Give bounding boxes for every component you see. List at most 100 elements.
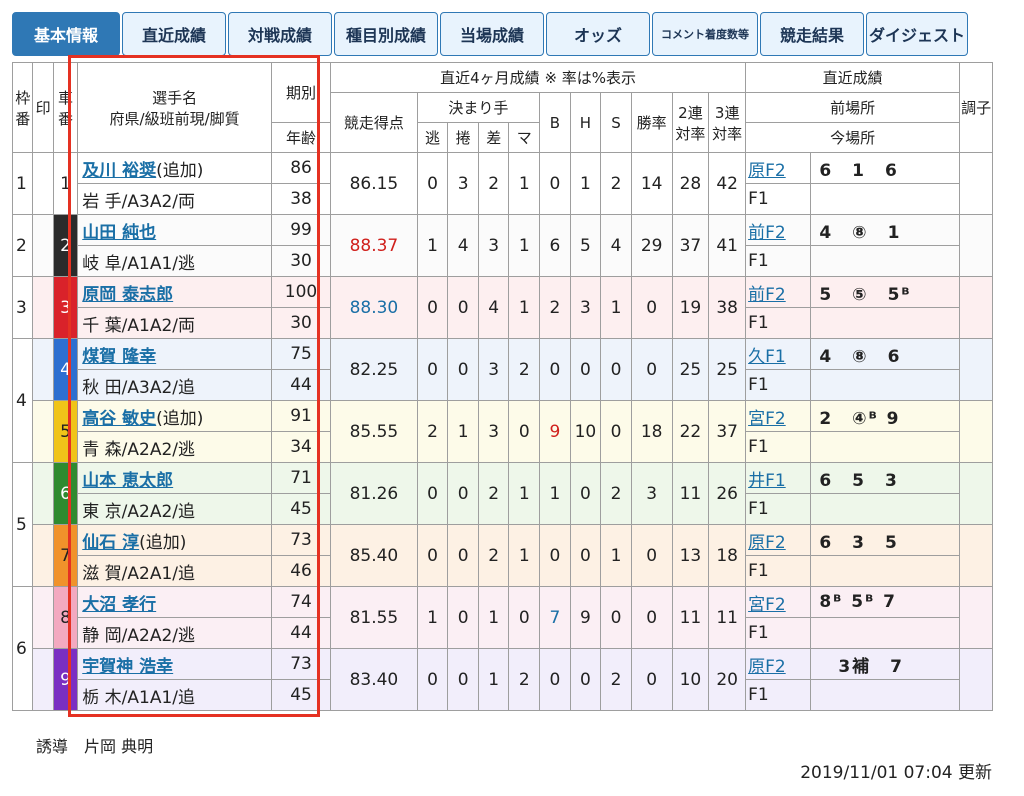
rider-name-link[interactable]: 煤賀 隆幸 <box>82 347 156 367</box>
tab-2[interactable]: 直近成績 <box>122 12 226 56</box>
chou-cell <box>959 648 993 711</box>
rider-name-link[interactable]: 仙石 淳 <box>82 533 139 553</box>
prev-place-cell: 井F1 <box>745 462 812 494</box>
mark-cell: 1 <box>508 276 541 339</box>
prev-place-link[interactable]: 原F2 <box>748 161 786 181</box>
b-cell: 0 <box>539 152 571 215</box>
rider-pref-cell: 栃 木/A1A1/追 <box>77 679 272 711</box>
prev-place-link[interactable]: 宮F2 <box>748 595 786 615</box>
rider-name-link[interactable]: 山本 恵太郎 <box>82 471 173 491</box>
header-cur-place: 今場所 <box>745 122 961 153</box>
tab-7[interactable]: コメント着度数等 <box>652 12 758 56</box>
term-cell: 86 <box>270 152 332 184</box>
ren3-cell: 37 <box>708 400 747 463</box>
tab-4[interactable]: 種目別成績 <box>334 12 438 56</box>
header-score: 競走得点 <box>330 92 418 153</box>
mark-cell: 1 <box>508 524 541 587</box>
rider-row: 6 8 大沼 孝行 74 81.55 1 0 1 0 7 9 0 0 11 11 宮F2 8ᴮ 5ᴮ 7 <box>11 586 993 711</box>
header-s: S <box>600 92 632 153</box>
mark-cell <box>32 152 54 215</box>
rider-name-link[interactable]: 原岡 泰志郎 <box>82 285 173 305</box>
sashi-cell: 3 <box>477 338 510 401</box>
age-cell: 34 <box>270 431 332 463</box>
s-cell: 2 <box>600 648 632 711</box>
tab-5[interactable]: 当場成績 <box>440 12 544 56</box>
ren2-cell: 19 <box>671 276 710 339</box>
s-cell: 4 <box>600 214 632 277</box>
prev-place-link[interactable]: 前F2 <box>748 223 786 243</box>
rider-row: 2 2 山田 純也 99 88.37 1 4 3 1 6 5 4 29 37 41 前F2 4 ⑧ 1 <box>11 214 993 277</box>
prev-result-cell: 6 3 5 <box>810 524 961 556</box>
win-cell: 0 <box>630 338 673 401</box>
mark-cell: 1 <box>508 214 541 277</box>
chou-cell <box>959 524 993 587</box>
win-cell: 0 <box>630 524 673 587</box>
makuri-cell: 0 <box>447 462 479 525</box>
prev-place-cell: 原F2 <box>745 152 812 184</box>
ren3-cell: 26 <box>708 462 747 525</box>
prev-place-link[interactable]: 宮F2 <box>748 409 786 429</box>
prev-place-link[interactable]: 原F2 <box>748 657 786 677</box>
mark-cell <box>32 400 54 463</box>
prev-place-cell: 宮F2 <box>745 586 812 618</box>
b-cell: 0 <box>539 648 571 711</box>
rider-pref-cell: 千 葉/A1A2/両 <box>77 307 272 339</box>
header-mark: 印 <box>32 62 54 153</box>
tab-8[interactable]: 競走結果 <box>760 12 864 56</box>
waku-number: 2 <box>11 214 34 277</box>
prev-place-link[interactable]: 前F2 <box>748 285 786 305</box>
race-table: 枠番 印 車番 選手名 府県/級班前現/脚質 期別 直近4ヶ月成績 ※ 率は%表… <box>11 62 993 711</box>
prev-place-link[interactable]: 久F1 <box>748 347 786 367</box>
win-cell: 0 <box>630 648 673 711</box>
guide-text: 誘導 片岡 典明 <box>36 737 154 756</box>
rider-name-link[interactable]: 及川 裕奨 <box>82 161 156 181</box>
ren2-cell: 22 <box>671 400 710 463</box>
prev-place-link[interactable]: 井F1 <box>748 471 786 491</box>
cur-result-cell <box>810 617 961 649</box>
header-sashi: 差 <box>477 122 510 153</box>
chou-cell <box>959 276 993 339</box>
rider-name-link[interactable]: 大沼 孝行 <box>82 595 156 615</box>
win-cell: 29 <box>630 214 673 277</box>
rider-row: 1 1 及川 裕奨(追加) 86 86.15 0 3 2 1 0 1 2 14 28 42 原F2 6 1 6 <box>11 152 993 215</box>
ren3-cell: 25 <box>708 338 747 401</box>
rider-name-link[interactable]: 宇賀神 浩幸 <box>82 657 173 677</box>
prev-result-cell: 6 5 3 <box>810 462 961 494</box>
cur-place-cell: F1 <box>745 369 812 401</box>
header-chou: 調子 <box>959 62 993 153</box>
rider-name-cell: 煤賀 隆幸 <box>77 338 272 370</box>
sashi-cell: 1 <box>477 648 510 711</box>
rider-name-cell: 宇賀神 浩幸 <box>77 648 272 680</box>
mark-cell: 0 <box>508 586 541 649</box>
mark-cell <box>32 338 54 401</box>
car-number: 2 <box>52 214 79 277</box>
age-cell: 44 <box>270 617 332 649</box>
rider-name-link[interactable]: 山田 純也 <box>82 223 156 243</box>
car-number: 8 <box>52 586 79 649</box>
header-recent: 直近成績 <box>745 62 961 93</box>
rider-name-suffix: (追加) <box>156 160 204 181</box>
prev-place-link[interactable]: 原F2 <box>748 533 786 553</box>
cur-place-cell: F1 <box>745 183 812 215</box>
tab-3[interactable]: 対戦成績 <box>228 12 332 56</box>
makuri-cell: 4 <box>447 214 479 277</box>
sashi-cell: 4 <box>477 276 510 339</box>
makuri-cell: 0 <box>447 586 479 649</box>
header-kimarite: 決まり手 <box>416 92 541 123</box>
score-cell: 85.40 <box>330 524 418 587</box>
nige-cell: 0 <box>416 338 449 401</box>
term-cell: 75 <box>270 338 332 370</box>
cur-place-cell: F1 <box>745 555 812 587</box>
tab-6[interactable]: オッズ <box>546 12 650 56</box>
header-term: 期別 <box>270 62 332 123</box>
tab-1[interactable]: 基本情報 <box>12 12 120 56</box>
term-cell: 100 <box>270 276 332 308</box>
term-cell: 99 <box>270 214 332 246</box>
chou-cell <box>959 462 993 525</box>
rider-name-link[interactable]: 高谷 敏史 <box>82 409 156 429</box>
tab-9[interactable]: ダイジェスト <box>866 12 968 56</box>
h-cell: 0 <box>569 462 602 525</box>
h-cell: 3 <box>569 276 602 339</box>
ren3-cell: 38 <box>708 276 747 339</box>
mark-cell <box>32 586 54 649</box>
